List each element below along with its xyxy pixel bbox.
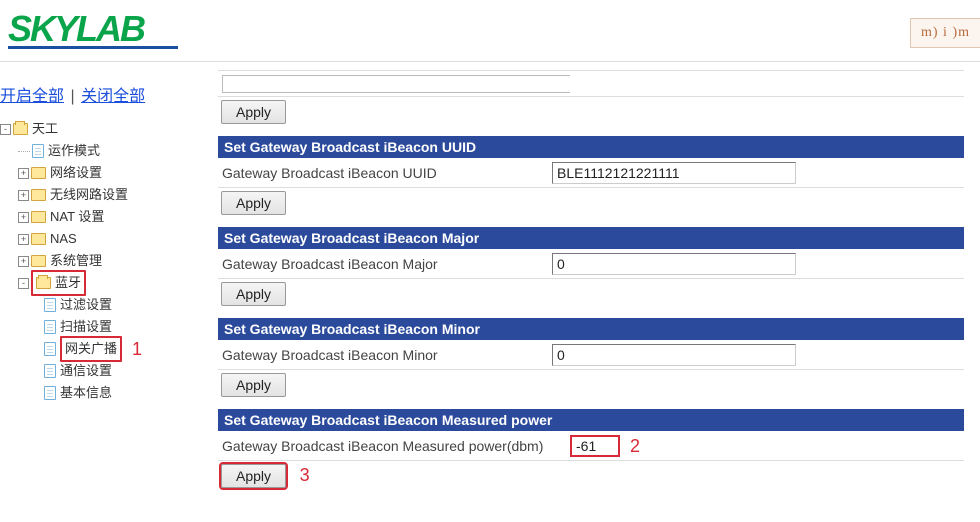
- page-icon: [44, 342, 56, 356]
- close-all-link[interactable]: 关闭全部: [81, 88, 145, 105]
- annotation-2: 2: [630, 436, 640, 457]
- tree-subitem[interactable]: 基本信息: [60, 382, 112, 404]
- tree-subitem[interactable]: 过滤设置: [60, 294, 112, 316]
- tree-item[interactable]: 运作模式: [48, 140, 100, 162]
- folder-icon: [31, 233, 46, 245]
- tree-item[interactable]: 网络设置: [50, 162, 102, 184]
- annotation-1: 1: [132, 338, 142, 360]
- tree-item[interactable]: NAS: [50, 228, 77, 250]
- section-header-power: Set Gateway Broadcast iBeacon Measured p…: [218, 409, 964, 431]
- collapse-icon[interactable]: -: [0, 124, 11, 135]
- apply-button[interactable]: Apply: [221, 100, 286, 124]
- partial-input: [222, 75, 570, 93]
- tree-item[interactable]: NAT 设置: [50, 206, 104, 228]
- tree-subitem[interactable]: 通信设置: [60, 360, 112, 382]
- apply-button-minor[interactable]: Apply: [221, 373, 286, 397]
- minor-label: Gateway Broadcast iBeacon Minor: [222, 347, 552, 363]
- apply-button-major[interactable]: Apply: [221, 282, 286, 306]
- major-label: Gateway Broadcast iBeacon Major: [222, 256, 552, 272]
- uuid-label: Gateway Broadcast iBeacon UUID: [222, 165, 552, 181]
- expand-icon[interactable]: +: [18, 190, 29, 201]
- folder-icon: [31, 189, 46, 201]
- folder-icon: [31, 255, 46, 267]
- brand-logo: SKYLAB: [8, 8, 144, 50]
- tree-subitem[interactable]: 扫描设置: [60, 316, 112, 338]
- folder-icon: [31, 211, 46, 223]
- collapse-icon[interactable]: -: [18, 278, 29, 289]
- expand-icon[interactable]: +: [18, 212, 29, 223]
- expand-icon[interactable]: +: [18, 256, 29, 267]
- expand-icon[interactable]: +: [18, 168, 29, 179]
- folder-icon: [31, 167, 46, 179]
- open-all-link[interactable]: 开启全部: [0, 88, 64, 105]
- uuid-input[interactable]: [552, 162, 796, 184]
- link-separator: |: [70, 88, 74, 105]
- minor-input[interactable]: [552, 344, 796, 366]
- expand-icon[interactable]: +: [18, 234, 29, 245]
- page-icon: [44, 298, 56, 312]
- tree-item-bluetooth[interactable]: 蓝牙: [55, 272, 81, 294]
- section-header-major: Set Gateway Broadcast iBeacon Major: [218, 227, 964, 249]
- annotation-3: 3: [300, 465, 310, 485]
- power-input[interactable]: [570, 435, 620, 457]
- main-content: Apply Set Gateway Broadcast iBeacon UUID…: [218, 70, 966, 500]
- page-icon: [44, 386, 56, 400]
- section-header-uuid: Set Gateway Broadcast iBeacon UUID: [218, 136, 964, 158]
- page-icon: [32, 144, 44, 158]
- page-icon: [44, 320, 56, 334]
- folder-open-icon: [13, 123, 28, 135]
- tree-item[interactable]: 系统管理: [50, 250, 102, 272]
- tree-subitem-gateway-broadcast[interactable]: 网关广播: [65, 341, 117, 356]
- major-input[interactable]: [552, 253, 796, 275]
- nav-tree: - 天工 运作模式 + 网络设置 + 无线网路设置 + NAT 设置 + NAS…: [0, 118, 200, 404]
- corner-badge: m) i )m: [910, 18, 980, 48]
- page-icon: [44, 364, 56, 378]
- apply-button-uuid[interactable]: Apply: [221, 191, 286, 215]
- tree-item[interactable]: 无线网路设置: [50, 184, 128, 206]
- apply-button-power[interactable]: Apply: [221, 464, 286, 488]
- tree-root[interactable]: 天工: [32, 118, 58, 140]
- section-header-minor: Set Gateway Broadcast iBeacon Minor: [218, 318, 964, 340]
- folder-open-icon: [36, 277, 51, 289]
- power-label: Gateway Broadcast iBeacon Measured power…: [222, 438, 570, 454]
- brand-underline: [8, 46, 178, 49]
